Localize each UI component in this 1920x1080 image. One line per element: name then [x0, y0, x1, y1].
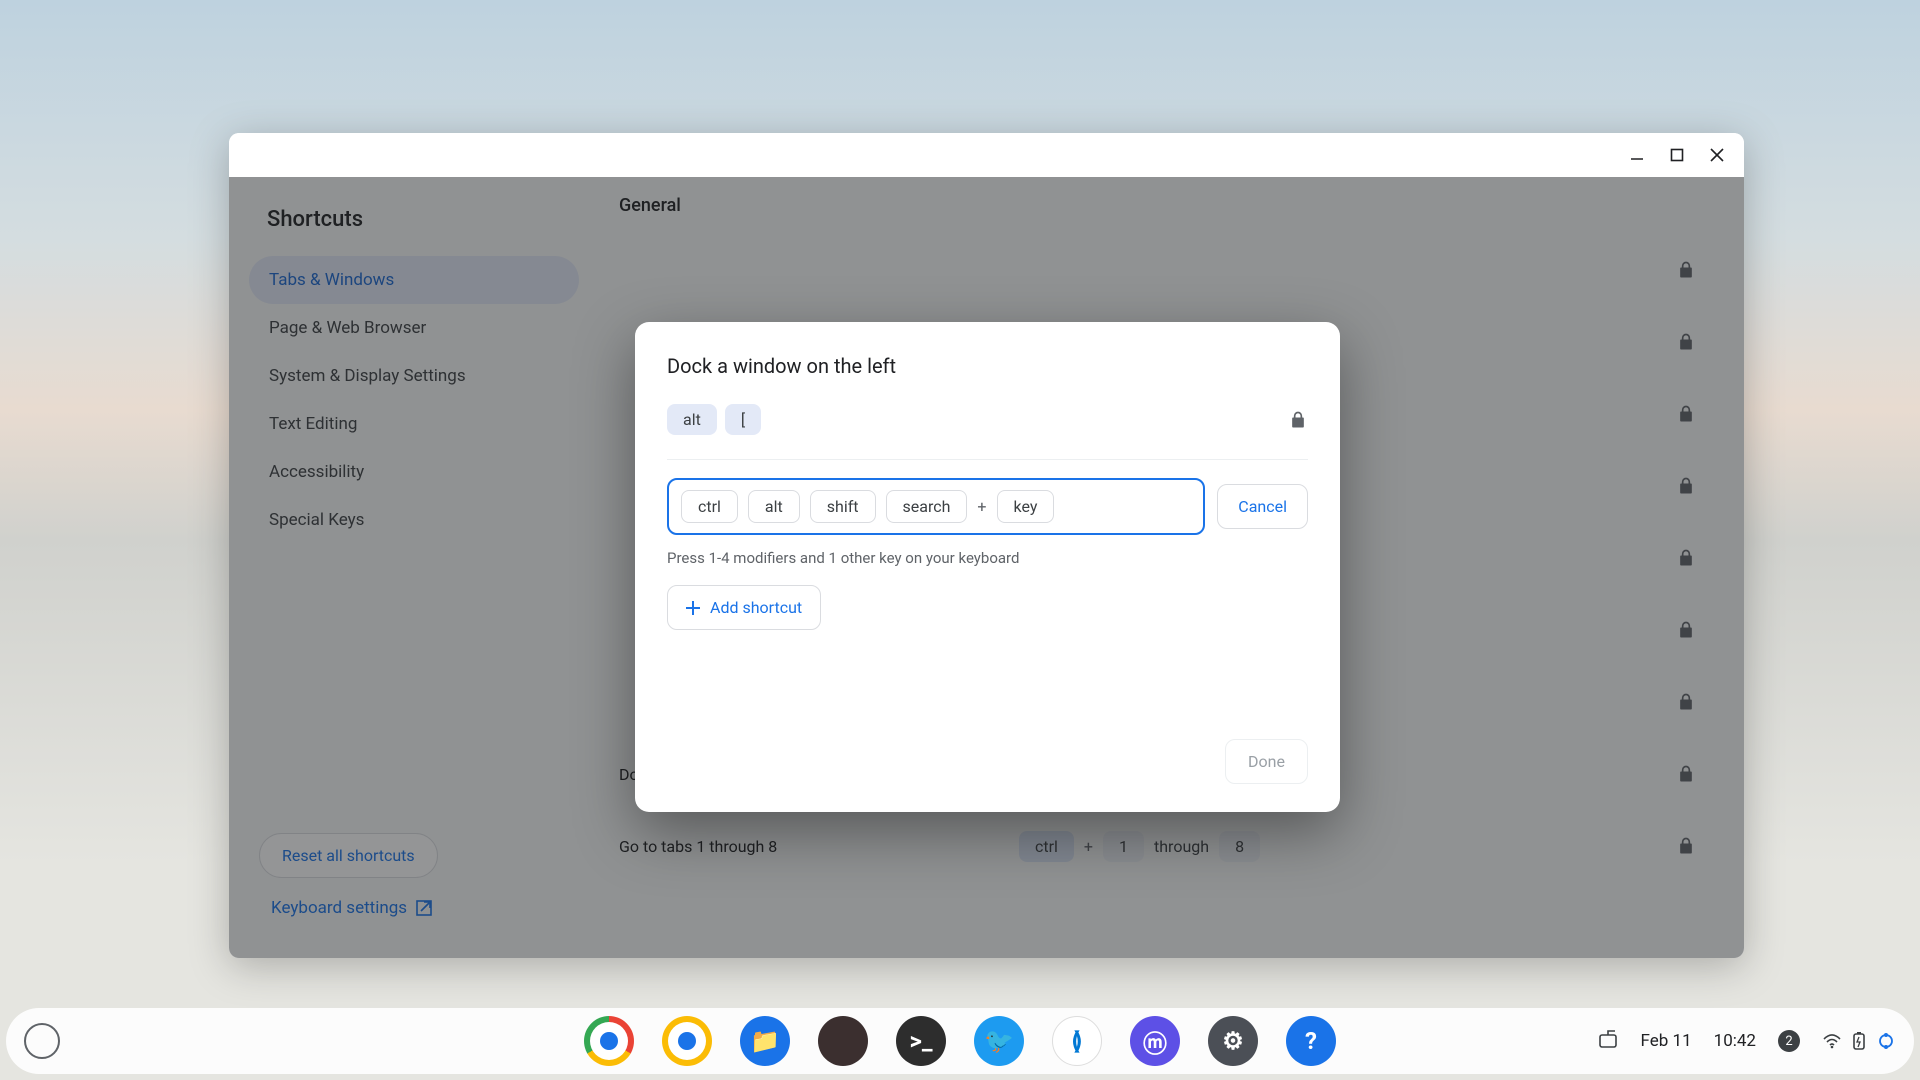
key-cap: [	[725, 404, 761, 435]
maximize-button[interactable]	[1658, 136, 1696, 174]
tray-icons	[1822, 1031, 1896, 1051]
key-cap: ctrl	[681, 490, 738, 523]
locked-shortcut-row: alt [	[667, 404, 1308, 460]
app-chrome-canary[interactable]	[662, 1016, 712, 1066]
close-icon	[1709, 147, 1725, 163]
shortcut-input-row: ctrl alt shift search + key Cancel	[667, 478, 1308, 535]
launcher-button[interactable]	[24, 1023, 60, 1059]
done-button[interactable]: Done	[1225, 739, 1308, 784]
cancel-label: Cancel	[1238, 497, 1287, 516]
shortcut-input[interactable]: ctrl alt shift search + key	[667, 478, 1205, 535]
plus-icon	[686, 601, 700, 615]
add-shortcut-button[interactable]: Add shortcut	[667, 585, 821, 630]
shelf-apps: 📁 >_ 🐦 ≬ ⓜ ⚙?	[584, 1016, 1336, 1066]
status-area[interactable]: Feb 11 10:42 2	[1597, 1030, 1896, 1052]
shelf: 📁 >_ 🐦 ≬ ⓜ ⚙? Feb 11 10:42 2	[6, 1008, 1914, 1074]
app-mastodon[interactable]: ⓜ	[1130, 1016, 1180, 1066]
app-terminal[interactable]: >_	[896, 1016, 946, 1066]
shortcuts-window: Shortcuts Tabs & Windows Page & Web Brow…	[229, 133, 1744, 958]
date-text: Feb 11	[1641, 1031, 1692, 1051]
dialog-title: Dock a window on the left	[667, 354, 1308, 378]
app-files[interactable]: 📁	[740, 1016, 790, 1066]
input-hint: Press 1-4 modifiers and 1 other key on y…	[667, 549, 1308, 567]
minimize-icon	[1629, 147, 1645, 163]
cancel-button[interactable]: Cancel	[1217, 484, 1308, 529]
extension-icon	[1876, 1031, 1896, 1051]
key-cap: alt	[748, 490, 800, 523]
time-text: 10:42	[1714, 1031, 1756, 1051]
app-vscode[interactable]: ≬	[1052, 1016, 1102, 1066]
notification-badge[interactable]: 2	[1778, 1030, 1800, 1052]
maximize-icon	[1670, 148, 1684, 162]
edit-shortcut-dialog: Dock a window on the left alt [ ctrl alt…	[635, 322, 1340, 812]
key-cap: key	[997, 490, 1055, 523]
app-app-b[interactable]	[818, 1016, 868, 1066]
add-shortcut-label: Add shortcut	[710, 598, 802, 617]
minimize-button[interactable]	[1618, 136, 1656, 174]
dialog-footer: Done	[667, 739, 1308, 784]
key-cap: shift	[810, 490, 876, 523]
app-twitter[interactable]: 🐦	[974, 1016, 1024, 1066]
titlebar	[229, 133, 1744, 177]
screenshot-icon[interactable]	[1597, 1030, 1619, 1052]
key-cap: alt	[667, 404, 717, 435]
app-help[interactable]: ?	[1286, 1016, 1336, 1066]
plus-separator: +	[977, 497, 986, 516]
app-settings[interactable]: ⚙	[1208, 1016, 1258, 1066]
done-label: Done	[1248, 752, 1285, 771]
close-button[interactable]	[1698, 136, 1736, 174]
app-chrome[interactable]	[584, 1016, 634, 1066]
wifi-icon	[1822, 1031, 1842, 1051]
lock-icon	[1288, 410, 1308, 430]
battery-icon	[1852, 1031, 1866, 1051]
key-cap: search	[886, 490, 968, 523]
